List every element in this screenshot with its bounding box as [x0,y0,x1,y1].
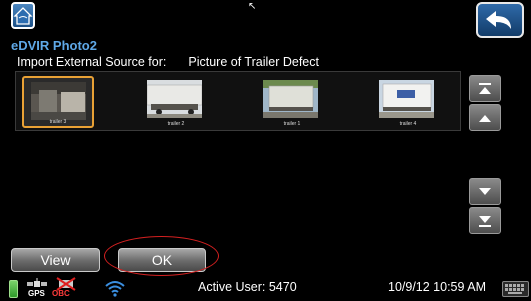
photo-thumbnail-trailer-3[interactable]: trailer 3 [22,76,94,128]
photo-strip: trailer 3 trailer 2 trailer 1 trailer 4 [15,71,461,131]
home-icon [13,7,33,25]
photo-trailer-3 [31,82,86,120]
mouse-cursor-icon: ↖ [248,1,257,12]
thumbnail-caption: trailer 2 [167,121,185,127]
home-button[interactable] [11,2,35,29]
scroll-up-icon [479,115,491,122]
gps-label: GPS [28,289,45,298]
photo-thumbnail-trailer-1[interactable]: trailer 1 [256,76,328,128]
thumbnail-caption: trailer 1 [283,121,301,127]
import-source-row: Import External Source for: Picture of Tr… [17,55,319,69]
obc-label: OBC [52,289,70,298]
scroll-top-button[interactable] [469,75,501,102]
scroll-top-icon [479,83,491,94]
import-target: Picture of Trailer Defect [188,55,319,69]
scroll-bottom-icon [479,216,491,227]
photo-thumbnail-trailer-4[interactable]: trailer 4 [372,76,444,128]
thumbnail-caption: trailer 4 [399,121,417,127]
import-label: Import External Source for: [17,55,167,69]
photo-trailer-1 [263,80,318,118]
photo-trailer-4 [379,80,434,118]
app-title: eDVIR Photo2 [11,38,97,53]
view-button[interactable]: View [11,248,100,272]
battery-icon [9,280,18,298]
photo-trailer-2 [147,80,202,118]
back-button[interactable] [476,2,524,38]
keyboard-icon[interactable] [502,281,529,297]
active-user-label: Active User: 5470 [198,280,297,294]
wifi-icon [105,281,125,297]
scroll-down-icon [479,188,491,195]
thumbnail-caption: trailer 3 [49,119,67,125]
scroll-up-button[interactable] [469,104,501,131]
datetime-label: 10/9/12 10:59 AM [388,280,486,294]
highlight-annotation-ring [104,236,219,276]
back-arrow-icon [486,11,511,29]
scroll-down-button[interactable] [469,178,501,205]
photo-thumbnail-trailer-2[interactable]: trailer 2 [140,76,212,128]
scroll-bottom-button[interactable] [469,207,501,234]
